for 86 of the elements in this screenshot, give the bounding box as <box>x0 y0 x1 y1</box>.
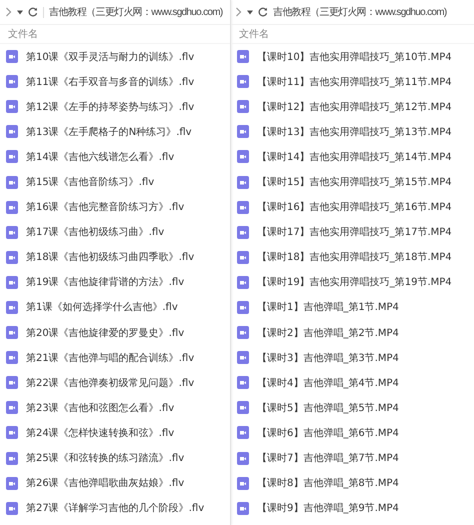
file-name[interactable]: 【课时1】吉他弹唱_第1节.MP4 <box>257 300 399 314</box>
video-file-icon <box>237 426 249 440</box>
file-name[interactable]: 【课时19】吉他实用弹唱技巧_第19节.MP4 <box>257 275 452 290</box>
column-header[interactable]: 文件名 <box>239 27 269 41</box>
file-name[interactable]: 第14课《吉他六线谱怎么看》.flv <box>26 150 174 164</box>
file-name[interactable]: 【课时12】吉他实用弹唱技巧_第12节.MP4 <box>257 100 452 114</box>
dropdown-icon[interactable] <box>247 10 253 14</box>
file-name[interactable]: 第10课《双手灵活与耐力的训练》.flv <box>26 50 194 64</box>
video-file-icon <box>6 200 18 214</box>
file-name[interactable]: 【课时11】吉他实用弹唱技巧_第11节.MP4 <box>257 74 452 89</box>
video-file-icon <box>6 476 18 490</box>
file-name[interactable]: 【课时7】吉他弹唱_第7节.MP4 <box>257 451 399 466</box>
video-file-icon <box>6 250 18 264</box>
video-file-icon <box>6 125 18 138</box>
video-file-icon <box>237 100 249 114</box>
file-name[interactable]: 【课时3】吉他弹唱_第3节.MP4 <box>257 350 399 365</box>
video-file-icon <box>237 276 249 289</box>
file-name[interactable]: 【课时17】吉他实用弹唱技巧_第17节.MP4 <box>257 225 452 240</box>
forward-icon[interactable] <box>5 7 12 17</box>
video-file-icon <box>6 326 18 340</box>
video-file-icon <box>237 476 249 490</box>
video-file-icon <box>237 376 249 390</box>
file-name[interactable]: 第27课《详解学习吉他的几个阶段》.flv <box>26 501 204 516</box>
video-file-icon <box>6 401 18 414</box>
video-file-icon <box>6 276 18 289</box>
file-name[interactable]: 【课时13】吉他实用弹唱技巧_第13节.MP4 <box>257 124 452 139</box>
file-name[interactable]: 【课时8】吉他弹唱_第8节.MP4 <box>257 476 399 490</box>
video-file-icon <box>237 326 249 340</box>
file-name[interactable]: 第26课《吉他弹唱歌曲灰姑娘》.flv <box>26 476 184 490</box>
video-file-icon <box>237 75 249 88</box>
file-name[interactable]: 第11课《右手双音与多音的训练》.flv <box>26 74 194 89</box>
file-name[interactable]: 第20课《吉他旋律爱的罗曼史》.flv <box>26 326 184 340</box>
column-header[interactable]: 文件名 <box>8 27 38 41</box>
forward-icon[interactable] <box>235 7 242 17</box>
video-file-icon <box>237 502 249 515</box>
dropdown-icon[interactable] <box>17 10 23 14</box>
file-name[interactable]: 第24课《怎样快速转换和弦》.flv <box>26 426 174 440</box>
file-name[interactable]: 【课时15】吉他实用弹唱技巧_第15节.MP4 <box>257 175 452 190</box>
video-file-icon <box>6 226 18 239</box>
video-file-icon <box>6 100 18 114</box>
file-name[interactable]: 第21课《吉他弹与唱的配合训练》.flv <box>26 350 194 365</box>
file-name[interactable]: 【课时6】吉他弹唱_第6节.MP4 <box>257 426 399 440</box>
file-name[interactable]: 【课时9】吉他弹唱_第9节.MP4 <box>257 501 399 516</box>
file-name[interactable]: 第19课《吉他旋律背谱的方法》.flv <box>26 275 184 290</box>
file-name[interactable]: 【课时14】吉他实用弹唱技巧_第14节.MP4 <box>257 150 452 164</box>
file-name[interactable]: 第23课《吉他和弦图怎么看》.flv <box>26 400 174 415</box>
video-file-icon <box>237 50 249 64</box>
file-name[interactable]: 第1课《如何选择学什么吉他》.flv <box>26 300 178 314</box>
video-file-icon <box>6 351 18 364</box>
file-name[interactable]: 第18课《吉他初级练习曲四季歌》.flv <box>26 250 194 264</box>
file-name[interactable]: 第16课《吉他完整音阶练习方》.flv <box>26 200 184 214</box>
file-name[interactable]: 第22课《吉他弹奏初级常见问题》.flv <box>26 376 194 390</box>
file-name[interactable]: 第17课《吉他初级练习曲》.flv <box>26 225 164 240</box>
folder-path: 吉他教程（三更灯火网：www.sgdhuo.com) <box>49 6 222 19</box>
file-name[interactable]: 【课时10】吉他实用弹唱技巧_第10节.MP4 <box>257 50 452 64</box>
file-name[interactable]: 【课时18】吉他实用弹唱技巧_第18节.MP4 <box>257 250 452 264</box>
video-file-icon <box>6 502 18 515</box>
file-name[interactable]: 第13课《左手爬格子的N种练习》.flv <box>26 124 192 139</box>
refresh-icon[interactable] <box>28 7 38 17</box>
video-file-icon <box>237 125 249 138</box>
video-file-icon <box>237 351 249 364</box>
video-file-icon <box>6 452 18 465</box>
folder-path: 吉他教程（三更灯火网：www.sgdhuo.com) <box>273 6 446 19</box>
video-file-icon <box>6 176 18 189</box>
video-file-icon <box>6 300 18 314</box>
video-file-icon <box>6 75 18 88</box>
file-name[interactable]: 第15课《吉他音阶练习》.flv <box>26 175 154 190</box>
video-file-icon <box>237 401 249 414</box>
video-file-icon <box>237 176 249 189</box>
video-file-icon <box>6 376 18 390</box>
refresh-icon[interactable] <box>258 7 268 17</box>
video-file-icon <box>6 150 18 164</box>
file-name[interactable]: 【课时5】吉他弹唱_第5节.MP4 <box>257 400 399 415</box>
video-file-icon <box>237 452 249 465</box>
video-file-icon <box>237 200 249 214</box>
video-file-icon <box>237 250 249 264</box>
file-name[interactable]: 【课时16】吉他实用弹唱技巧_第16节.MP4 <box>257 200 452 214</box>
video-file-icon <box>237 300 249 314</box>
file-name[interactable]: 【课时4】吉他弹唱_第4节.MP4 <box>257 376 399 390</box>
video-file-icon <box>6 50 18 64</box>
file-name[interactable]: 【课时2】吉他弹唱_第2节.MP4 <box>257 326 399 340</box>
video-file-icon <box>6 426 18 440</box>
video-file-icon <box>237 150 249 164</box>
file-name[interactable]: 第12课《左手的持琴姿势与练习》.flv <box>26 100 194 114</box>
video-file-icon <box>237 226 249 239</box>
file-name[interactable]: 第25课《和弦转换的练习踏流》.flv <box>26 451 184 466</box>
